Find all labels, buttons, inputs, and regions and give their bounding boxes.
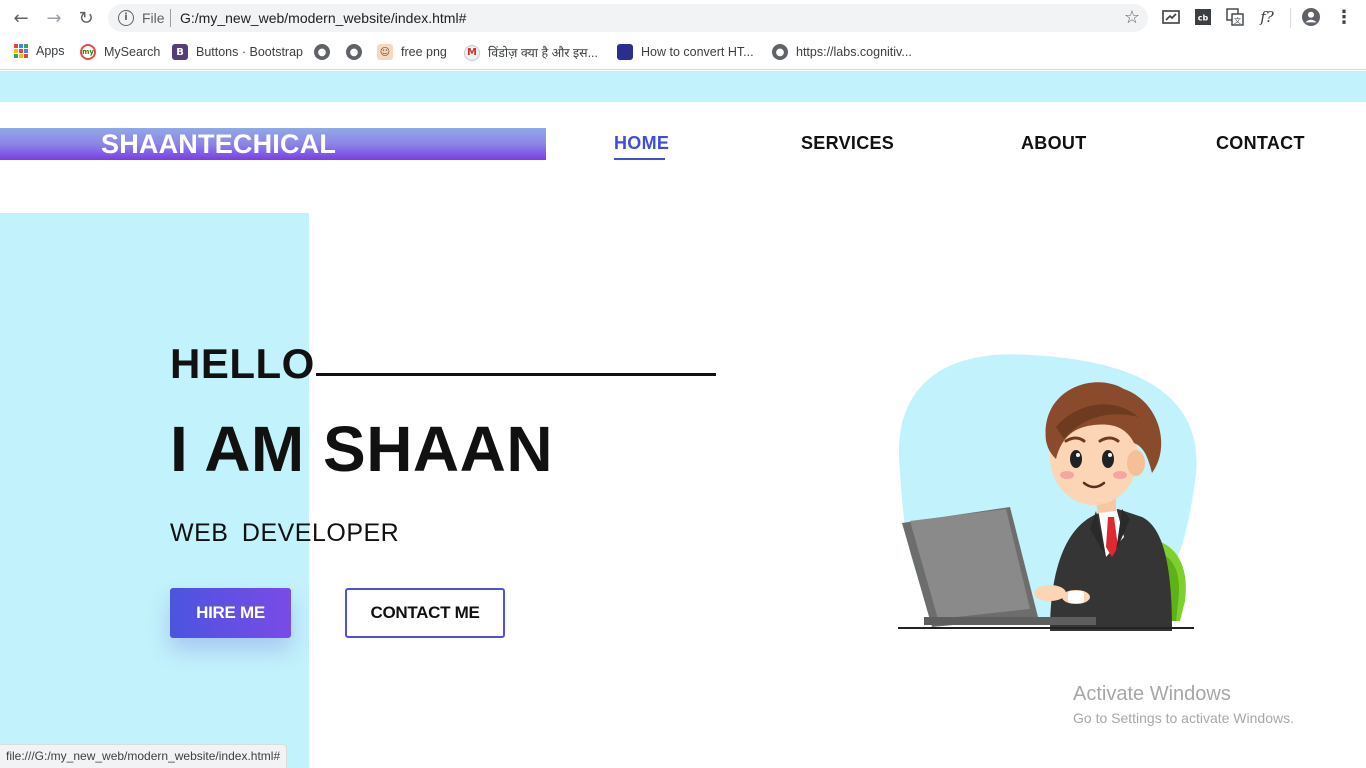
bookmark-mysearch[interactable]: my MySearch <box>80 44 160 60</box>
info-icon[interactable]: i <box>118 10 134 26</box>
menu-kebab-icon[interactable]: ⋮ <box>1335 7 1353 28</box>
bookmark-label: https://labs.cognitiv... <box>796 45 912 59</box>
toolbar-divider <box>1290 8 1291 28</box>
bookmark-label: MySearch <box>104 45 161 59</box>
apps-grid-icon <box>14 44 28 58</box>
globe-icon: ● <box>314 44 330 60</box>
website-page: SHAANTECHICAL HOME SERVICES ABOUT CONTAC… <box>0 71 1366 768</box>
cast-extension-icon[interactable] <box>1162 8 1180 26</box>
bookmarks-bar: Apps my MySearch B Buttons · Bootstrap ●… <box>0 36 1366 70</box>
browser-status-bar: file:///G:/my_new_web/modern_website/ind… <box>0 744 288 768</box>
m-logo-icon: M <box>464 44 480 61</box>
site-logo-text[interactable]: SHAANTECHICAL <box>101 128 336 160</box>
nav-contact[interactable]: CONTACT <box>1216 133 1305 154</box>
developer-laptop-illustration <box>898 354 1197 631</box>
bookmark-bootstrap[interactable]: B Buttons · Bootstrap <box>172 44 303 60</box>
nav-home[interactable]: HOME <box>614 133 669 154</box>
bootstrap-icon: B <box>172 44 188 60</box>
translate-extension-icon[interactable]: 文 <box>1226 8 1244 26</box>
bookmark-globe-1[interactable]: ● <box>314 44 338 60</box>
address-bar[interactable]: i File G:/my_new_web/modern_website/inde… <box>108 4 1148 32</box>
svg-text:文: 文 <box>1234 16 1241 25</box>
top-color-strip <box>0 71 1366 102</box>
browser-toolbar: ← → ↻ i File G:/my_new_web/modern_websit… <box>0 0 1366 36</box>
hero-role-text: WEB DEVELOPER <box>170 519 400 547</box>
nav-about[interactable]: ABOUT <box>1021 133 1087 154</box>
watermark-title: Activate Windows <box>1073 683 1231 705</box>
forward-arrow-icon[interactable]: → <box>42 6 66 30</box>
bookmark-how-to-convert[interactable]: How to convert HT... <box>617 44 754 60</box>
person-figure-icon: ☺ <box>377 44 393 60</box>
site-favicon-icon <box>617 44 633 60</box>
nav-home-underline <box>614 158 665 160</box>
contact-me-button[interactable]: CONTACT ME <box>345 588 505 638</box>
nav-services[interactable]: SERVICES <box>801 133 894 154</box>
globe-icon: ● <box>346 44 362 60</box>
reload-icon[interactable]: ↻ <box>74 6 98 30</box>
globe-icon: ● <box>772 44 788 60</box>
bookmark-hindi-article[interactable]: M विंडोज़ क्या है और इस... <box>464 44 598 61</box>
cb-extension-icon[interactable]: cb <box>1194 8 1212 26</box>
omnibox-separator <box>170 9 171 27</box>
fx-extension-icon[interactable]: f? <box>1258 8 1276 26</box>
watermark-subtitle: Go to Settings to activate Windows. <box>1073 710 1294 726</box>
profile-avatar-icon[interactable] <box>1302 8 1320 26</box>
svg-text:cb: cb <box>1198 14 1209 23</box>
hero-hello-text: HELLO <box>170 340 315 387</box>
windows-activation-watermark: Activate Windows Go to Settings to activ… <box>1073 683 1294 726</box>
hire-me-button[interactable]: HIRE ME <box>170 588 291 638</box>
bookmark-label: free png <box>401 45 447 59</box>
file-scheme-label: File <box>142 10 165 26</box>
hero-headline: I AM SHAAN <box>170 413 554 485</box>
bookmark-free-png[interactable]: ☺ free png <box>377 44 447 60</box>
bookmark-globe-2[interactable]: ● <box>346 44 370 60</box>
hero-hello-line <box>316 373 716 376</box>
bookmark-star-icon[interactable]: ☆ <box>1124 7 1140 28</box>
bookmark-label: Apps <box>36 44 65 58</box>
bookmark-label: How to convert HT... <box>641 45 754 59</box>
bookmark-label: विंडोज़ क्या है और इस... <box>488 46 598 60</box>
url-text[interactable]: G:/my_new_web/modern_website/index.html# <box>180 10 466 26</box>
bookmark-label: Buttons · Bootstrap <box>196 45 304 59</box>
mysearch-icon: my <box>80 44 96 60</box>
bookmark-labs-cognitive[interactable]: ● https://labs.cognitiv... <box>772 44 912 60</box>
hero-accent-panel <box>0 213 309 768</box>
bookmark-apps[interactable]: Apps <box>14 44 65 58</box>
back-arrow-icon[interactable]: ← <box>9 6 33 30</box>
